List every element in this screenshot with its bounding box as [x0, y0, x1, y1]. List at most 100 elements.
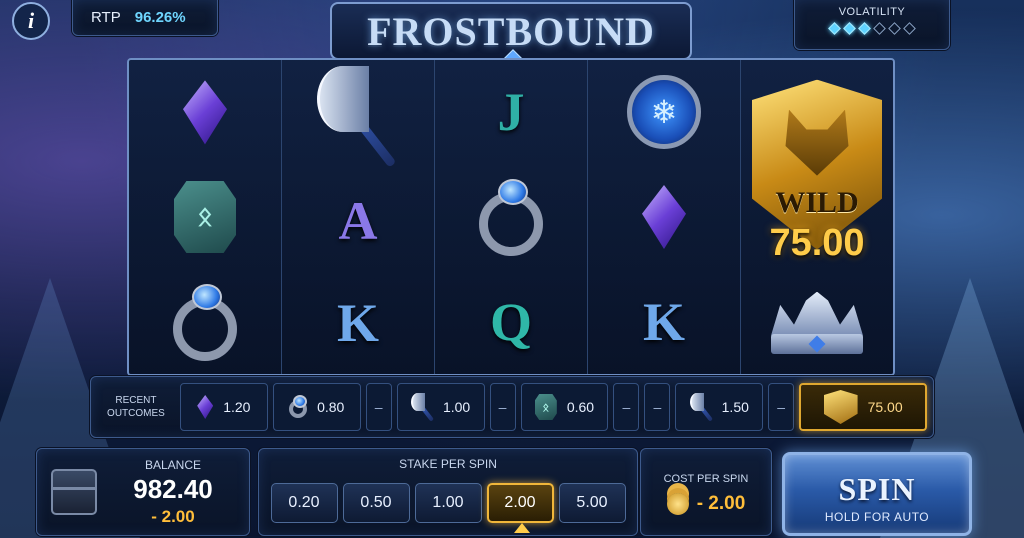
ring-icon: [289, 395, 308, 418]
rune-stone-icon: ᛟ: [174, 181, 236, 253]
recent-label-line2: OUTCOMES: [107, 408, 165, 419]
reel-3-cell-3: Q: [435, 269, 587, 374]
history-item: 1.50: [675, 383, 764, 431]
reel-2: A K: [282, 60, 435, 374]
volatility-gem-empty-icon: [873, 22, 886, 35]
balance-panel: BALANCE 982.40 - 2.00: [36, 448, 250, 536]
reel-2-cell-1: [282, 60, 434, 170]
cost-label: COST PER SPIN: [663, 473, 749, 485]
spin-label: SPIN: [838, 471, 916, 507]
cost-panel: COST PER SPIN - 2.00: [640, 448, 772, 536]
stake-option[interactable]: 5.00: [558, 483, 626, 523]
letter-k-symbol: K: [336, 293, 379, 353]
volatility-meter: VOLATILITY: [794, 0, 950, 50]
reel-4: ❄ K: [588, 60, 741, 374]
history-value: 0.60: [566, 399, 595, 415]
reel-1-cell-1: [129, 60, 281, 165]
ring-icon: [173, 283, 237, 361]
stake-option-selected[interactable]: 2.00: [486, 483, 554, 523]
wolf-icon: [785, 109, 849, 176]
reel-4-cell-3: K: [588, 269, 740, 374]
stake-panel: STAKE PER SPIN 0.20 0.50 1.00 2.00 5.00: [258, 448, 638, 536]
cost-value: - 2.00: [696, 493, 746, 514]
history-value: –: [777, 399, 786, 415]
letter-q-symbol: Q: [489, 291, 532, 352]
rtp-value: 96.26%: [134, 9, 186, 26]
history-value: 75.00: [867, 399, 903, 415]
recent-outcomes-label: RECENT OUTCOMES: [97, 394, 175, 420]
volatility-gem-empty-icon: [888, 22, 901, 35]
balance-label: BALANCE: [144, 457, 202, 472]
crystal-icon: [183, 80, 227, 145]
game-title: FROSTBOUND: [330, 2, 692, 69]
reel-3-cell-1: J: [435, 60, 587, 165]
history-value: 1.50: [721, 399, 749, 415]
info-icon: i: [27, 8, 35, 33]
history-item: ᛟ 0.60: [520, 383, 609, 431]
selected-caret-icon: [514, 523, 530, 533]
volatility-gem-empty-icon: [903, 22, 916, 35]
reel-grid: ᛟ A K J Q ❄ K WILD 75.00: [127, 58, 895, 376]
history-value: –: [622, 399, 631, 415]
volatility-gem-filled-icon: [828, 22, 841, 35]
axe-icon: [410, 393, 434, 422]
history-item: 0.80: [272, 383, 361, 431]
history-value: 0.80: [317, 399, 345, 415]
history-item: –: [768, 383, 795, 431]
reel-2-cell-2: A: [282, 170, 434, 272]
rtp-display: RTP 96.26%: [72, 0, 218, 36]
crown-icon: [771, 290, 863, 354]
history-value: –: [498, 399, 507, 415]
stake-label: STAKE PER SPIN: [399, 457, 497, 471]
history-value: –: [653, 399, 662, 415]
crystal-icon: [197, 395, 214, 419]
reel-5: WILD 75.00: [741, 60, 893, 374]
history-item-big-win: 75.00: [799, 383, 928, 431]
game-title-text: FROSTBOUND: [367, 8, 655, 54]
history-item: –: [365, 383, 392, 431]
volatility-gem-filled-icon: [858, 22, 871, 35]
wild-win-amount: 75.00: [769, 222, 865, 265]
reel-5-cell-3: [741, 269, 893, 374]
recent-label-line1: RECENT: [115, 395, 157, 406]
rune-stone-icon: ᛟ: [534, 394, 557, 420]
spin-sublabel: HOLD FOR AUTO: [824, 510, 930, 524]
rtp-label: RTP: [91, 9, 121, 26]
wild-label: WILD: [775, 185, 859, 219]
wolf-icon: [823, 390, 858, 424]
reel-4-cell-1: ❄: [588, 60, 740, 165]
history-value: 1.00: [442, 399, 471, 415]
axe-icon: [313, 60, 403, 170]
reel-3: J Q: [435, 60, 588, 374]
crystal-icon: [642, 185, 686, 249]
coins-icon: [666, 493, 689, 515]
history-item: –: [613, 383, 640, 431]
letter-a-symbol: A: [338, 191, 378, 251]
reel-1: ᛟ: [129, 60, 282, 374]
axe-icon: [689, 393, 713, 422]
reel-2-cell-3: K: [282, 272, 434, 374]
letter-k-symbol: K: [642, 291, 685, 352]
history-item: 1.20: [179, 383, 268, 431]
recent-outcomes-bar: RECENT OUTCOMES 1.20 0.80 – 1.00 – ᛟ 0.60…: [90, 376, 934, 438]
stake-option[interactable]: 0.20: [270, 483, 338, 523]
reel-1-cell-2: ᛟ: [129, 165, 281, 270]
balance-value: 982.40: [133, 473, 213, 504]
info-button[interactable]: i: [12, 2, 50, 40]
history-item: –: [489, 383, 516, 431]
history-value: –: [374, 399, 383, 415]
reel-4-cell-2: [588, 165, 740, 270]
stake-option[interactable]: 0.50: [342, 483, 410, 523]
letter-j-symbol: J: [497, 82, 525, 143]
chest-icon: [51, 469, 97, 515]
history-item: 1.00: [396, 383, 485, 431]
balance-delta: - 2.00: [151, 506, 195, 526]
stake-option[interactable]: 1.00: [414, 483, 482, 523]
spin-button[interactable]: SPIN HOLD FOR AUTO: [782, 452, 972, 536]
volatility-gems: [795, 22, 949, 35]
reel-3-cell-2: [435, 165, 587, 270]
reel-1-cell-3: [129, 269, 281, 374]
reel-5-wild-cell: WILD 75.00: [741, 60, 893, 269]
volatility-gem-filled-icon: [843, 22, 856, 35]
volatility-label: VOLATILITY: [838, 6, 906, 18]
